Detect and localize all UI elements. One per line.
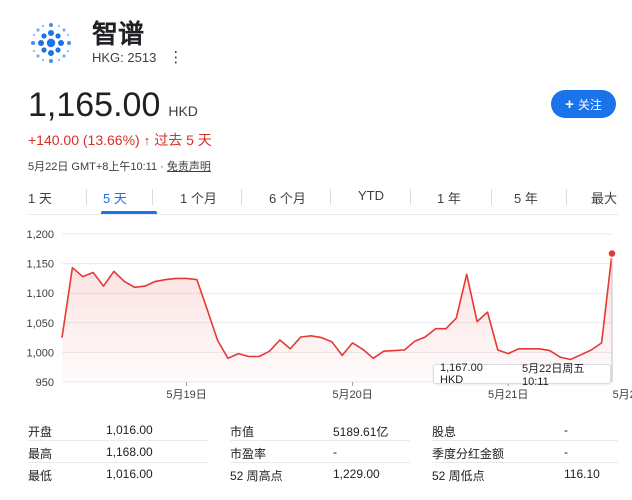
price-change: +140.00 (13.66%)	[28, 132, 140, 148]
stat-value-52w-low: 116.10	[564, 467, 600, 481]
arrow-up-icon: ↑	[143, 132, 151, 148]
ticker-symbol: HKG: 2513	[92, 50, 157, 65]
y-tick-label: 1,000	[26, 347, 54, 359]
stat-label-52w-high: 52 周高点	[230, 469, 283, 483]
x-tick-label: 5月21日	[488, 389, 528, 401]
timestamp: 5月22日 GMT+8上午10:11	[28, 161, 158, 173]
x-tick-label: 5月22日	[613, 389, 632, 401]
stat-label-quarterly-dividend: 季度分红金额	[432, 447, 505, 461]
follow-button[interactable]: + 关注	[551, 90, 616, 118]
last-price-point	[607, 248, 617, 259]
stat-divider	[28, 440, 208, 441]
stat-value-low: 1,016.00	[106, 467, 153, 481]
stat-value-market-cap: 5189.61亿	[333, 425, 389, 439]
change-period: 过去 5 天	[154, 132, 212, 148]
x-tick-label: 5月19日	[166, 389, 206, 401]
stat-label-52w-low: 52 周低点	[432, 469, 485, 483]
stat-label-market-cap: 市值	[230, 425, 255, 439]
tab-1m[interactable]: 1 个月	[180, 188, 217, 207]
timestamp-row: 5月22日 GMT+8上午10:11 · 免责声明	[28, 158, 211, 174]
y-tick-label: 950	[36, 377, 54, 389]
zhipu-dots-logo-icon	[31, 23, 71, 63]
tab-5d[interactable]: 5 天	[103, 188, 127, 207]
y-tick-label: 1,050	[26, 318, 54, 330]
stat-label-dividend: 股息	[432, 425, 457, 439]
stat-label-pe: 市盈率	[230, 447, 267, 461]
stat-divider	[432, 440, 618, 441]
tooltip-time: 5月22日周五 10:11	[522, 363, 585, 388]
price-currency: HKD	[168, 103, 198, 119]
range-tabs: 1 天 5 天 1 个月 6 个月 YTD 1 年 5 年 最大	[28, 184, 618, 214]
tooltip-price: 1,167.00 HKD	[440, 362, 483, 386]
company-name: 智谱	[92, 19, 145, 49]
stat-label-open: 开盘	[28, 425, 53, 439]
tab-divider	[566, 189, 567, 205]
follow-label: 关注	[577, 97, 602, 112]
tab-divider	[491, 189, 492, 205]
tab-divider	[86, 189, 87, 205]
price-row: 1,165.00 HKD	[28, 86, 198, 125]
tab-max[interactable]: 最大	[591, 188, 617, 207]
tab-1d[interactable]: 1 天	[28, 188, 52, 207]
stat-label-low: 最低	[28, 469, 53, 483]
stat-divider	[230, 462, 410, 463]
timestamp-separator: ·	[157, 161, 167, 173]
x-tick-label: 5月20日	[332, 389, 372, 401]
tab-divider	[241, 189, 242, 205]
stat-value-open: 1,016.00	[106, 423, 153, 437]
tab-ytd[interactable]: YTD	[358, 188, 384, 203]
tab-divider	[330, 189, 331, 205]
tab-divider	[410, 189, 411, 205]
tab-5y[interactable]: 5 年	[514, 188, 538, 207]
stat-value-52w-high: 1,229.00	[333, 467, 380, 481]
stat-label-high: 最高	[28, 447, 53, 461]
stat-value-high: 1,168.00	[106, 445, 153, 459]
stat-divider	[432, 462, 618, 463]
tab-divider	[152, 189, 153, 205]
price-change-row: +140.00 (13.66%) ↑ 过去 5 天	[28, 130, 212, 150]
stock-header: 智谱 HKG: 2513 ⋮	[28, 14, 618, 70]
stat-value-quarterly-dividend: -	[564, 445, 568, 459]
stat-divider	[28, 462, 208, 463]
y-tick-label: 1,100	[26, 288, 54, 300]
y-tick-label: 1,150	[26, 259, 54, 271]
more-vert-icon[interactable]: ⋮	[168, 50, 183, 65]
plus-icon: +	[565, 95, 574, 113]
ticker-row: HKG: 2513 ⋮	[92, 50, 183, 65]
tab-6m[interactable]: 6 个月	[269, 188, 306, 207]
tab-1y[interactable]: 1 年	[437, 188, 461, 207]
stat-value-pe: -	[333, 445, 337, 459]
disclaimer-link[interactable]: 免责声明	[167, 161, 211, 173]
y-tick-label: 1,200	[26, 229, 54, 241]
current-price: 1,165.00	[28, 86, 161, 124]
tabs-divider	[28, 214, 618, 215]
stat-value-dividend: -	[564, 423, 568, 437]
stat-divider	[230, 440, 410, 441]
chart-tooltip: 1,167.00 HKD 5月22日周五 10:11	[433, 362, 611, 388]
